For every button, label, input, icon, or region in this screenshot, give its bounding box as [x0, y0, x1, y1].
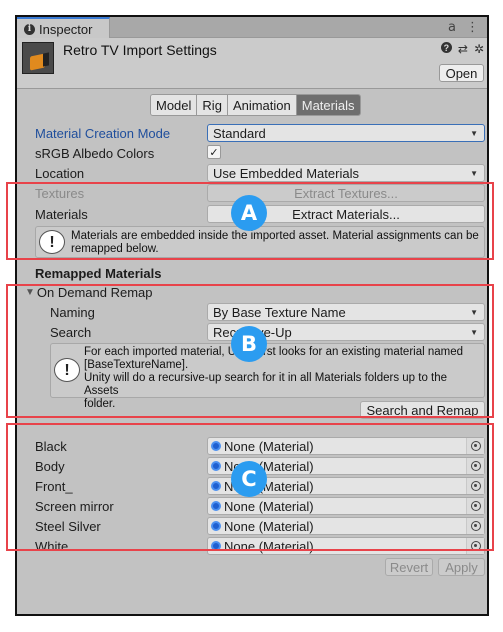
apply-button[interactable]: Apply — [438, 558, 485, 576]
callout-marker-c: C — [231, 461, 267, 497]
tab-inspector[interactable]: i Inspector — [17, 17, 110, 39]
info-icon: i — [24, 23, 35, 35]
revert-button[interactable]: Revert — [385, 558, 433, 576]
tab-inspector-label: Inspector — [39, 21, 93, 37]
help-icon[interactable]: ? — [440, 42, 452, 53]
importer-tabs: Model Rig Animation Materials — [150, 94, 361, 116]
remapped-materials-heading: Remapped Materials — [35, 265, 162, 281]
tab-materials[interactable]: Materials — [296, 95, 360, 115]
material-creation-mode-row: Material Creation Mode Standard ▼ — [35, 124, 485, 142]
location-dropdown[interactable]: Use Embedded Materials ▼ — [207, 164, 485, 182]
srgb-albedo-row: sRGB Albedo Colors ✓ — [35, 144, 485, 162]
lock-icon[interactable]: 𝖺 — [448, 19, 456, 35]
asset-header: Retro TV Import Settings ? ⇄ ✲ Open — [17, 38, 487, 89]
tab-model[interactable]: Model — [151, 95, 198, 115]
srgb-albedo-label: sRGB Albedo Colors — [35, 145, 155, 161]
asset-title: Retro TV Import Settings — [63, 42, 217, 58]
location-row: Location Use Embedded Materials ▼ — [35, 164, 485, 182]
material-creation-mode-label: Material Creation Mode — [35, 125, 171, 141]
callout-marker-b: B — [231, 326, 267, 362]
location-label: Location — [35, 165, 85, 181]
open-button[interactable]: Open — [439, 64, 484, 82]
srgb-albedo-checkbox[interactable]: ✓ — [207, 145, 221, 159]
tab-rig[interactable]: Rig — [197, 95, 228, 115]
tab-animation[interactable]: Animation — [227, 95, 297, 115]
material-creation-mode-value: Standard — [213, 125, 266, 141]
presets-icon[interactable]: ⇄ — [458, 42, 468, 56]
tab-bar: i Inspector 𝖺 ⋮ — [17, 17, 487, 39]
dropdown-arrow-icon: ▼ — [470, 129, 478, 138]
asset-thumbnail — [22, 42, 54, 74]
callout-marker-a: A — [231, 195, 267, 231]
location-value: Use Embedded Materials — [213, 165, 359, 181]
material-creation-mode-dropdown[interactable]: Standard ▼ — [207, 124, 485, 142]
dropdown-arrow-icon: ▼ — [470, 169, 478, 178]
remapped-heading-row: Remapped Materials — [35, 264, 485, 282]
more-options-icon[interactable]: ⋮ — [466, 19, 479, 35]
settings-gear-icon[interactable]: ✲ — [474, 42, 484, 56]
